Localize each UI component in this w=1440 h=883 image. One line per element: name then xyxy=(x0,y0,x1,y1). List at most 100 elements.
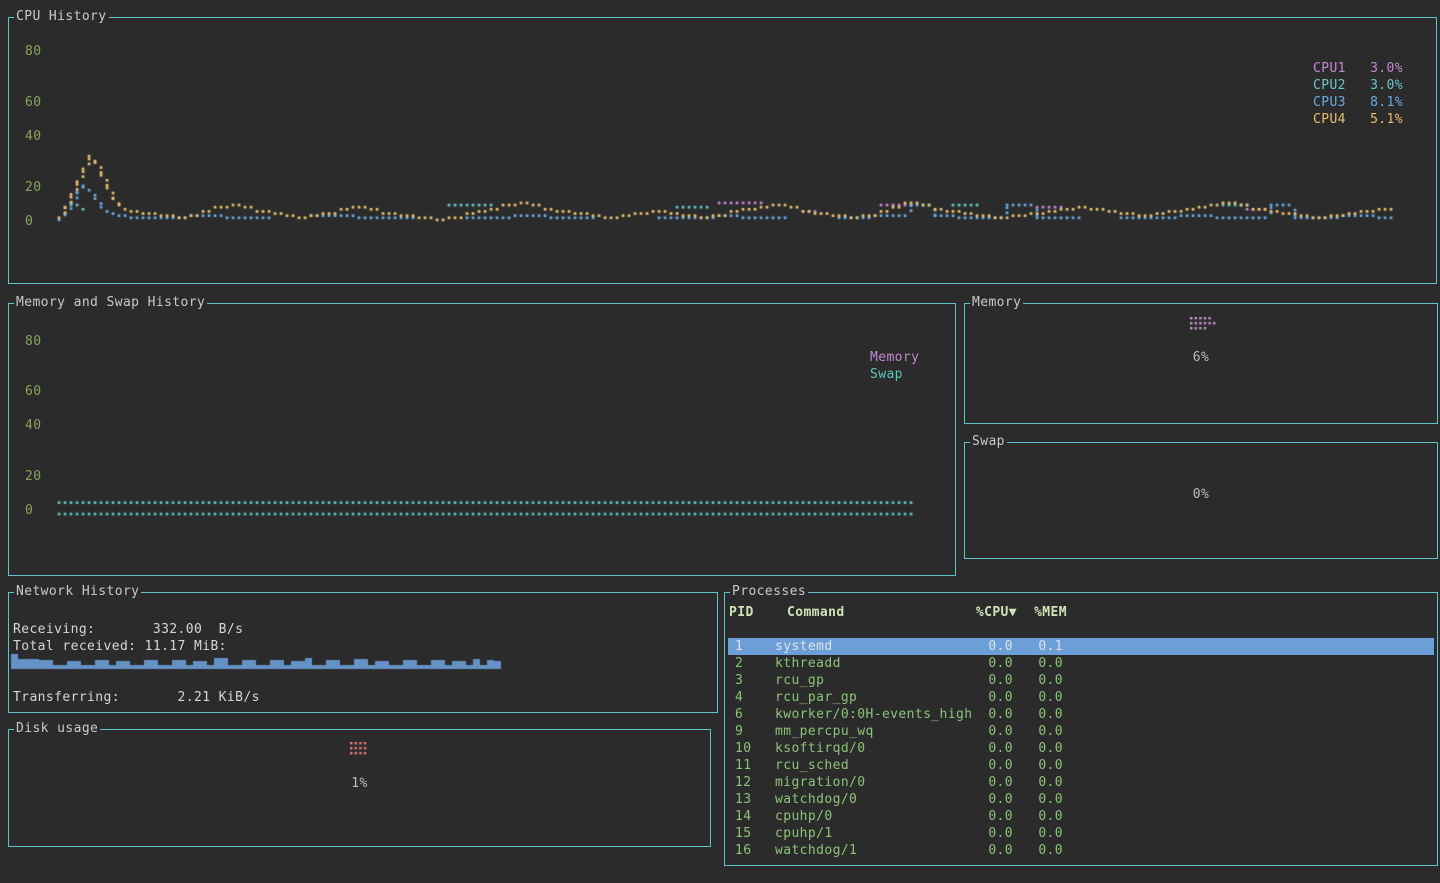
memory-legend-label: Memory xyxy=(870,350,919,366)
process-row[interactable]: 10 ksoftirqd/0 0.0 0.0 xyxy=(728,740,1434,757)
swap-gauge-title: Swap xyxy=(970,434,1007,450)
process-cpu: 0.0 xyxy=(945,724,1013,740)
memswap-axis-label-40: 40 xyxy=(25,418,41,434)
cpu2-legend-entry: CPU2 3.0% xyxy=(1313,78,1403,94)
process-row[interactable]: 9 mm_percpu_wq 0.0 0.0 xyxy=(728,723,1434,740)
process-pid: 11 xyxy=(735,758,751,774)
process-mem: 0.0 xyxy=(1017,792,1063,808)
cpu-history-chart xyxy=(9,18,1436,283)
process-row[interactable]: 13 watchdog/0 0.0 0.0 xyxy=(728,791,1434,808)
network-receiving-line: Receiving: 332.00 B/s xyxy=(13,622,243,638)
swap-gauge-panel: Swap 0% xyxy=(964,442,1438,559)
process-mem: 0.0 xyxy=(1017,741,1063,757)
process-cpu: 0.0 xyxy=(945,656,1013,672)
memswap-axis-label-80: 80 xyxy=(25,334,41,350)
cpu3-legend-value: 8.1% xyxy=(1370,95,1403,111)
process-pid: 15 xyxy=(735,826,751,842)
memswap-axis-label-60: 60 xyxy=(25,384,41,400)
process-mem: 0.0 xyxy=(1017,690,1063,706)
processes-panel: Processes PID Command %CPU▼ %MEM 1 syste… xyxy=(724,592,1438,866)
process-mem: 0.0 xyxy=(1017,775,1063,791)
process-pid: 4 xyxy=(735,690,743,706)
process-pid: 3 xyxy=(735,673,743,689)
disk-usage-dots xyxy=(350,742,372,758)
network-transferring-line: Transferring: 2.21 KiB/s xyxy=(13,690,260,706)
process-mem: 0.0 xyxy=(1017,758,1063,774)
cpu-axis-label-20: 20 xyxy=(25,180,41,196)
process-command: rcu_sched xyxy=(775,758,849,774)
memory-gauge-dots xyxy=(1190,317,1220,333)
process-pid: 12 xyxy=(735,775,751,791)
process-row[interactable]: 4 rcu_par_gp 0.0 0.0 xyxy=(728,689,1434,706)
process-command: cpuhp/1 xyxy=(775,826,833,842)
header-pid[interactable]: PID xyxy=(729,605,754,621)
cpu4-legend-value: 5.1% xyxy=(1370,112,1403,128)
process-cpu: 0.0 xyxy=(945,741,1013,757)
network-history-title: Network History xyxy=(14,584,141,600)
header-cpu-sort[interactable]: %CPU▼ xyxy=(937,605,1017,621)
process-row[interactable]: 16 watchdog/1 0.0 0.0 xyxy=(728,842,1434,859)
memory-swap-history-title: Memory and Swap History xyxy=(14,295,207,311)
process-row[interactable]: 11 rcu_sched 0.0 0.0 xyxy=(728,757,1434,774)
memory-gauge-panel: Memory 6% xyxy=(964,303,1438,424)
cpu2-legend-label: CPU2 xyxy=(1313,78,1346,94)
process-row[interactable]: 3 rcu_gp 0.0 0.0 xyxy=(728,672,1434,689)
process-command: watchdog/1 xyxy=(775,843,857,859)
process-command: kthreadd xyxy=(775,656,841,672)
process-cpu: 0.0 xyxy=(945,826,1013,842)
header-mem[interactable]: %MEM xyxy=(1021,605,1067,621)
process-command: mm_percpu_wq xyxy=(775,724,874,740)
process-mem: 0.0 xyxy=(1017,656,1063,672)
process-mem: 0.0 xyxy=(1017,707,1063,723)
cpu2-legend-value: 3.0% xyxy=(1370,78,1403,94)
swap-percent: 0% xyxy=(965,487,1437,503)
process-row[interactable]: 2 kthreadd 0.0 0.0 xyxy=(728,655,1434,672)
memory-legend-entry: Memory xyxy=(870,350,919,366)
process-row[interactable]: 12 migration/0 0.0 0.0 xyxy=(728,774,1434,791)
process-cpu: 0.0 xyxy=(945,758,1013,774)
process-pid: 9 xyxy=(735,724,743,740)
process-cpu: 0.0 xyxy=(945,809,1013,825)
process-cpu: 0.0 xyxy=(945,673,1013,689)
memory-swap-history-panel: Memory and Swap History 80 60 40 20 0 Me… xyxy=(8,303,956,576)
cpu4-legend-entry: CPU4 5.1% xyxy=(1313,112,1403,128)
process-mem: 0.0 xyxy=(1017,826,1063,842)
cpu4-legend-label: CPU4 xyxy=(1313,112,1346,128)
process-mem: 0.1 xyxy=(1017,639,1063,655)
disk-usage-title: Disk usage xyxy=(14,721,100,737)
cpu-axis-label-60: 60 xyxy=(25,95,41,111)
process-row[interactable]: 14 cpuhp/0 0.0 0.0 xyxy=(728,808,1434,825)
swap-legend-label: Swap xyxy=(870,367,903,383)
cpu-history-panel: CPU History 80 60 40 20 0 CPU1 3.0% CPU2… xyxy=(8,17,1437,284)
process-pid: 13 xyxy=(735,792,751,808)
process-row[interactable]: 15 cpuhp/1 0.0 0.0 xyxy=(728,825,1434,842)
process-cpu: 0.0 xyxy=(945,707,1013,723)
process-pid: 14 xyxy=(735,809,751,825)
process-pid: 10 xyxy=(735,741,751,757)
swap-legend-entry: Swap xyxy=(870,367,903,383)
network-history-panel: Network History Receiving: 332.00 B/s To… xyxy=(8,592,718,713)
process-mem: 0.0 xyxy=(1017,843,1063,859)
processes-title: Processes xyxy=(730,584,808,600)
cpu3-legend-label: CPU3 xyxy=(1313,95,1346,111)
process-command: ksoftirqd/0 xyxy=(775,741,866,757)
cpu3-legend-entry: CPU3 8.1% xyxy=(1313,95,1403,111)
process-pid: 6 xyxy=(735,707,743,723)
disk-usage-panel: Disk usage 1% xyxy=(8,729,711,847)
process-pid: 16 xyxy=(735,843,751,859)
process-pid: 2 xyxy=(735,656,743,672)
process-command: watchdog/0 xyxy=(775,792,857,808)
header-command[interactable]: Command xyxy=(787,605,845,621)
process-mem: 0.0 xyxy=(1017,809,1063,825)
cpu1-legend-label: CPU1 xyxy=(1313,61,1346,77)
disk-percent: 1% xyxy=(9,776,710,792)
memswap-axis-label-20: 20 xyxy=(25,469,41,485)
cpu-axis-label-40: 40 xyxy=(25,129,41,145)
process-command: rcu_par_gp xyxy=(775,690,857,706)
process-pid: 1 xyxy=(735,639,743,655)
cpu-axis-label-0: 0 xyxy=(25,214,33,230)
process-row[interactable]: 1 systemd 0.0 0.1 xyxy=(728,638,1434,655)
process-row[interactable]: 6 kworker/0:0H-events_high 0.0 0.0 xyxy=(728,706,1434,723)
process-mem: 0.0 xyxy=(1017,673,1063,689)
memory-percent: 6% xyxy=(965,350,1437,366)
